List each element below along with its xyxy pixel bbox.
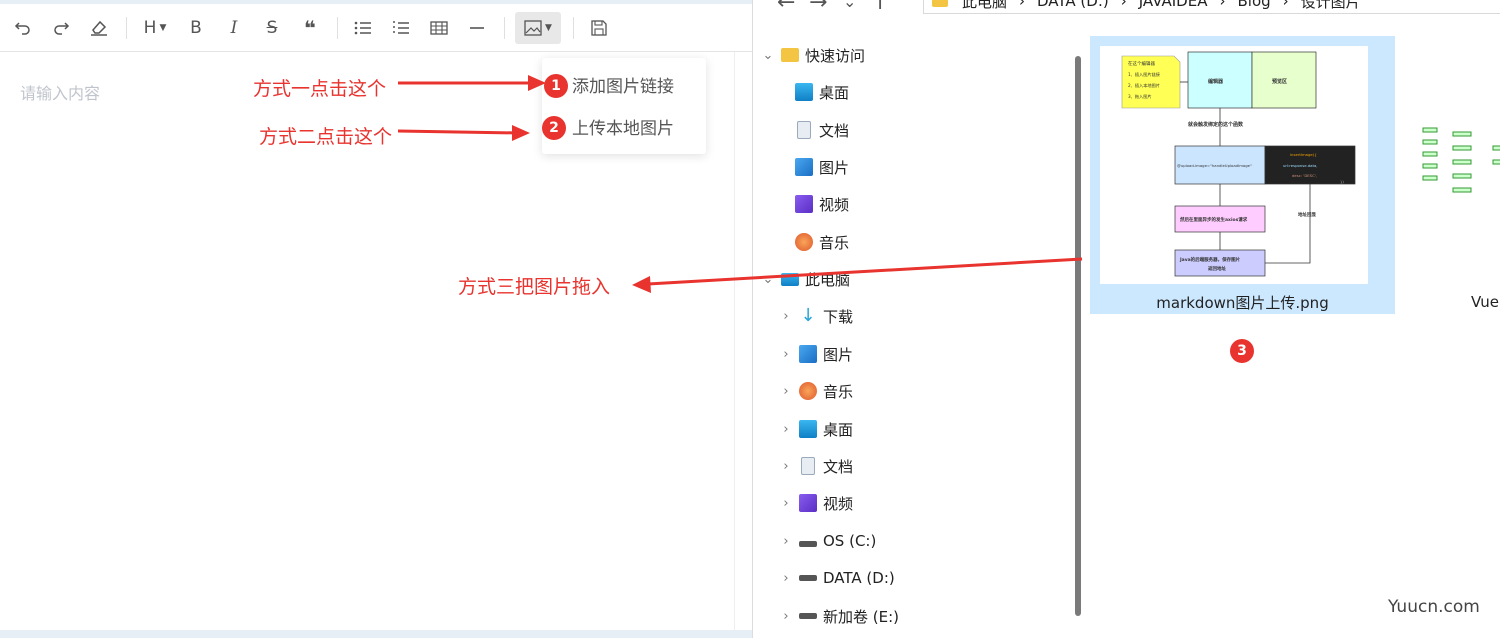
step-badge-1: 1	[544, 74, 568, 98]
screenshot-root: H ▼ B I S ❝ ▼ 请输入内容 添加图片链接 上传本地图片 ← → ⌄ …	[0, 0, 1500, 638]
annotation-arrows	[397, 75, 1083, 293]
arrow-head	[632, 276, 651, 293]
arrow-method3	[647, 257, 1083, 286]
arrow-head	[512, 125, 530, 141]
step-badge-3: 3	[1230, 339, 1254, 363]
step-badge-2: 2	[542, 116, 566, 140]
watermark: Yuucn.com	[1388, 597, 1480, 617]
arrow-method2	[397, 129, 521, 135]
